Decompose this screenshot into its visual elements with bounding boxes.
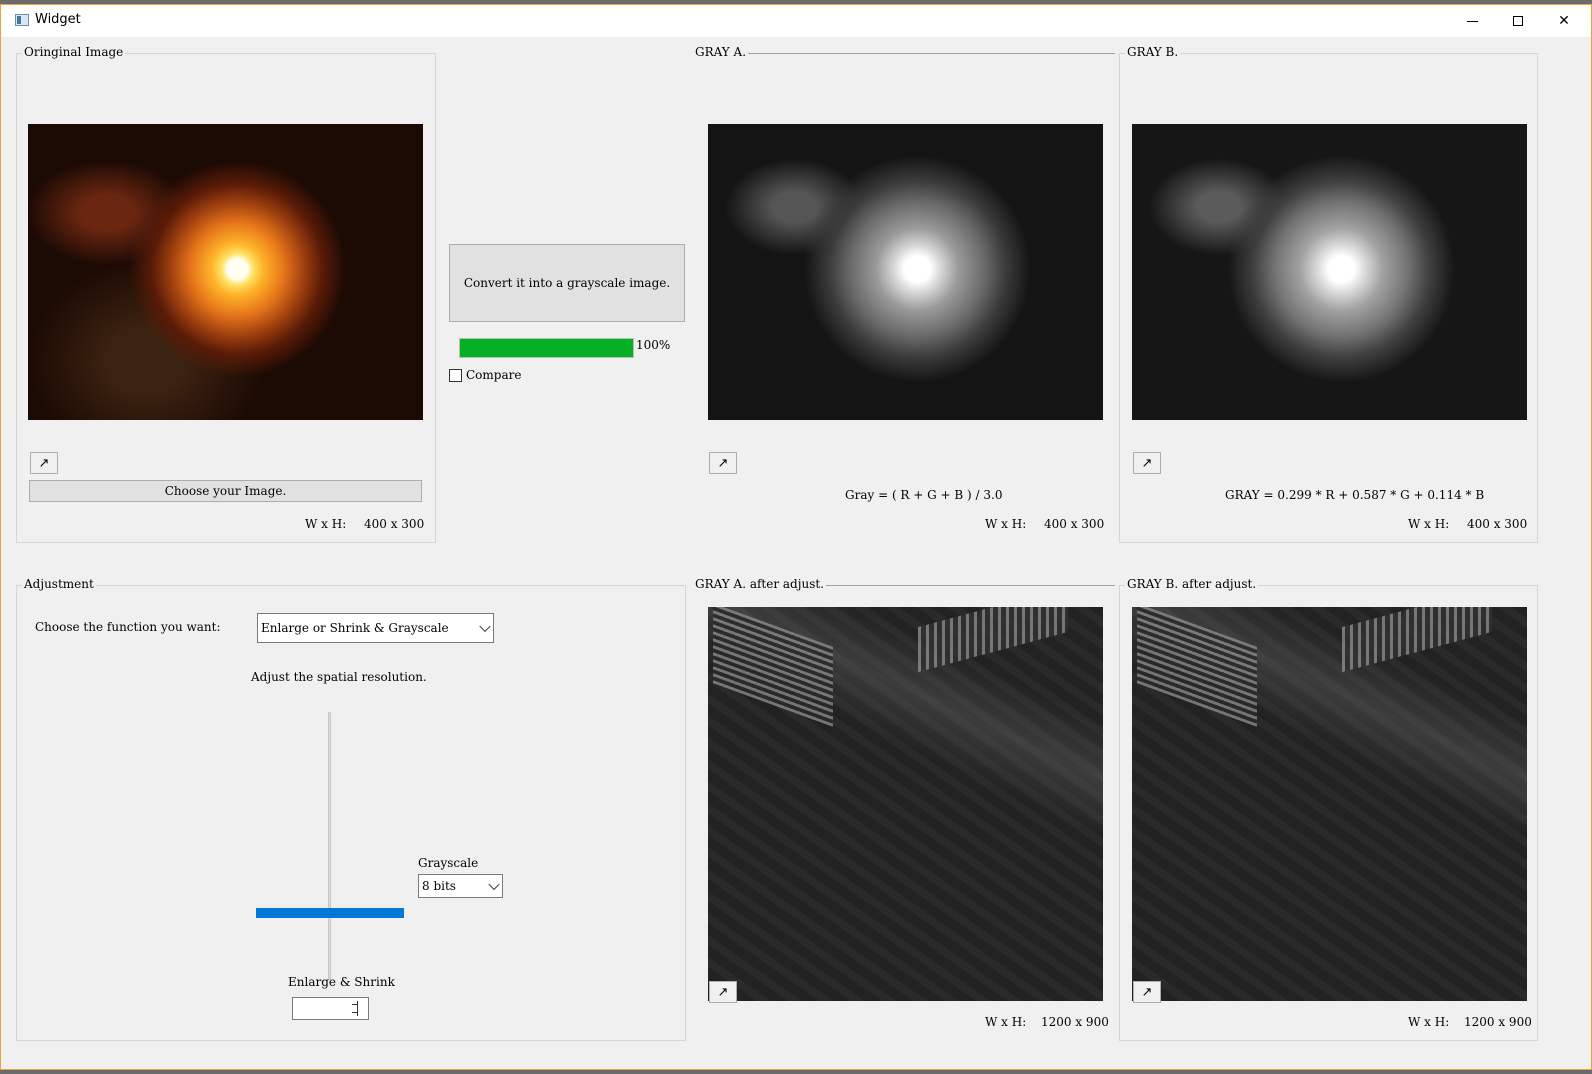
- gray-a-wh-value: 400 x 300: [1044, 517, 1105, 531]
- minimize-button[interactable]: [1449, 5, 1495, 37]
- gray-a-wh-label: W x H:: [985, 517, 1027, 531]
- maximize-icon: [1513, 16, 1523, 26]
- gray-b-zoom-button[interactable]: ↗: [1133, 452, 1161, 474]
- window-title: Widget: [35, 12, 81, 27]
- minimize-icon: [1466, 20, 1478, 22]
- gray-a-adj-wh-value: 1200 x 900: [1041, 1015, 1109, 1029]
- adjustment-group: [16, 585, 686, 1041]
- main-window: Widget ✕ Oringinal Image ↗ Choose your I…: [0, 4, 1592, 1070]
- expand-arrow-icon: ↗: [38, 455, 50, 471]
- close-button[interactable]: ✕: [1541, 5, 1587, 37]
- gray-b-wh-label: W x H:: [1408, 517, 1450, 531]
- progress-text: 100%: [636, 338, 671, 352]
- chevron-down-icon: [479, 620, 491, 633]
- gray-b-wh-value: 400 x 300: [1467, 517, 1528, 531]
- function-select[interactable]: Enlarge or Shrink & Grayscale: [257, 613, 494, 643]
- grayscale-bits-value: 8 bits: [422, 879, 456, 893]
- compare-checkbox[interactable]: [449, 369, 462, 382]
- gray-a-line: [695, 53, 1115, 54]
- progress-fill: [460, 339, 633, 357]
- expand-arrow-icon: ↗: [1141, 984, 1153, 1000]
- chevron-down-icon: [488, 878, 500, 891]
- app-icon: [15, 14, 29, 26]
- spatial-resolution-label: Adjust the spatial resolution.: [251, 670, 427, 684]
- gray-a-adj-zoom-button[interactable]: ↗: [709, 981, 737, 1003]
- grayscale-bits-select[interactable]: 8 bits: [418, 874, 503, 898]
- gray-b-adj-zoom-button[interactable]: ↗: [1133, 981, 1161, 1003]
- gray-b-adj-wh-value: 1200 x 900: [1464, 1015, 1532, 1029]
- title-bar[interactable]: Widget ✕: [1, 5, 1591, 37]
- original-zoom-button[interactable]: ↗: [30, 452, 58, 474]
- maximize-button[interactable]: [1495, 5, 1541, 37]
- gray-a-adj-wh-label: W x H:: [985, 1015, 1027, 1029]
- convert-grayscale-button[interactable]: Convert it into a grayscale image.: [449, 244, 685, 322]
- gray-a-group-title: GRAY A.: [693, 45, 749, 59]
- gray-b-adj-group-title: GRAY B. after adjust.: [1125, 577, 1259, 591]
- spatial-resolution-slider-track[interactable]: [328, 712, 331, 980]
- original-image: [28, 124, 423, 420]
- spatial-resolution-slider-handle[interactable]: [256, 908, 404, 918]
- gray-b-formula: GRAY = 0.299 * R + 0.587 * G + 0.114 * B: [1225, 488, 1485, 502]
- grayscale-label: Grayscale: [418, 856, 479, 870]
- adjustment-group-title: Adjustment: [22, 577, 96, 591]
- enlarge-shrink-label: Enlarge & Shrink: [288, 975, 395, 989]
- choose-image-button[interactable]: Choose your Image.: [29, 480, 422, 502]
- function-select-value: Enlarge or Shrink & Grayscale: [261, 621, 449, 635]
- gray-b-adj-wh-label: W x H:: [1408, 1015, 1450, 1029]
- expand-arrow-icon: ↗: [717, 455, 729, 471]
- compare-label: Compare: [466, 368, 522, 382]
- original-wh-label: W x H:: [305, 517, 347, 531]
- gray-b-adjusted-image: [1132, 607, 1527, 1001]
- close-icon: ✕: [1558, 13, 1570, 29]
- choose-function-label: Choose the function you want:: [35, 620, 221, 634]
- gray-a-formula: Gray = ( R + G + B ) / 3.0: [845, 488, 1003, 502]
- gray-b-image: [1132, 124, 1527, 420]
- expand-arrow-icon: ↗: [1141, 455, 1153, 471]
- original-wh-value: 400 x 300: [364, 517, 425, 531]
- gray-a-image: [708, 124, 1103, 420]
- gray-a-zoom-button[interactable]: ↗: [709, 452, 737, 474]
- conversion-progress-bar: [459, 338, 634, 358]
- gray-b-group-title: GRAY B.: [1125, 45, 1181, 59]
- original-group-title: Oringinal Image: [22, 45, 126, 59]
- gray-a-adj-group-title: GRAY A. after adjust.: [693, 577, 826, 591]
- expand-arrow-icon: ↗: [717, 984, 729, 1000]
- spin-arrows-icon[interactable]: [351, 1001, 358, 1016]
- enlarge-shrink-spinbox[interactable]: [292, 997, 369, 1020]
- gray-a-adjusted-image: [708, 607, 1103, 1001]
